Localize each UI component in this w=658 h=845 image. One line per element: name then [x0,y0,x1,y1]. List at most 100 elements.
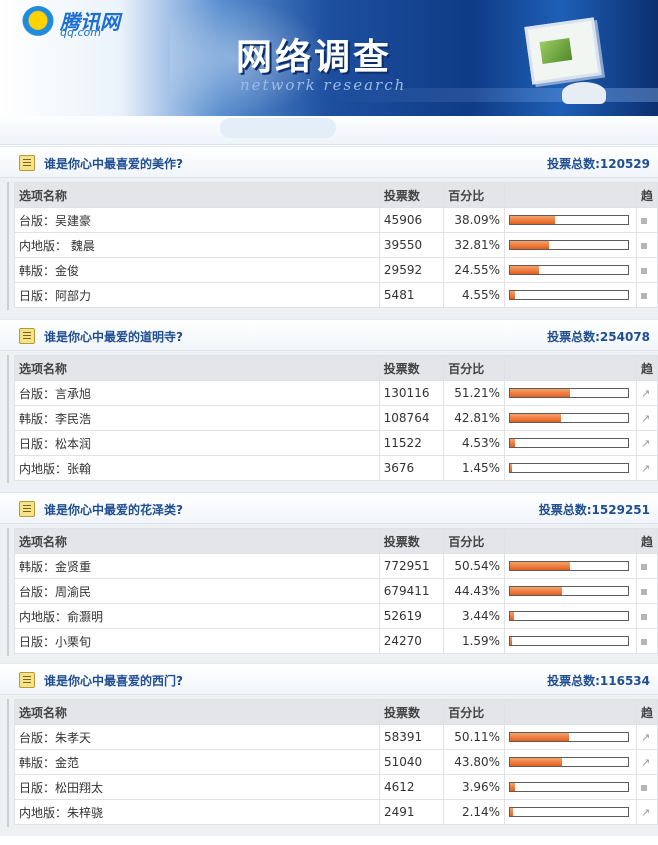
vote-percent: 32.81% [443,232,506,258]
vote-percent: 2.14% [443,799,506,825]
table-row: 台版：周渝民 679411 44.43% [14,578,658,604]
percent-bar [509,413,630,423]
percent-bar-fill [510,241,550,249]
percent-bar-fill [510,587,563,595]
trend-cell: ↗ [635,430,658,456]
results-panel: 选项名称 投票数 百分比 趋 韩版：金贤重 772951 50.54% 台版：周… [0,524,658,665]
percent-bar-fill [510,612,515,620]
table-row: 韩版：金范 51040 43.80% ↗ [14,749,658,775]
survey-section: 谁是你心中最喜爱的美作? 投票总数:120529 选项名称 投票数 百分比 趋 … [0,146,658,319]
option-name: 台版：周渝民 [14,578,380,604]
col-header-percent: 百分比 [443,528,506,554]
qq-logo[interactable]: 腾讯网 qq.com [22,6,142,39]
results-panel: 选项名称 投票数 百分比 趋 台版：言承旭 130116 51.21% ↗ 韩版… [0,351,658,492]
vote-percent: 3.96% [443,774,506,800]
percent-bar-cell [504,380,637,406]
question-title[interactable]: 谁是你心中最喜爱的美作? [44,155,183,172]
square-icon [640,785,647,791]
table-row: 内地版：朱梓骁 2491 2.14% ↗ [14,799,658,825]
up-arrow-icon: ↗ [640,387,651,400]
table-row: 内地版： 魏晨 39550 32.81% [14,232,658,258]
question-title[interactable]: 谁是你心中最喜爱的西门? [44,672,183,689]
percent-bar [509,438,630,448]
percent-bar [509,807,630,817]
table-row: 台版：朱孝天 58391 50.11% ↗ [14,724,658,750]
square-icon [640,564,647,570]
results-panel: 选项名称 投票数 百分比 趋 台版：吴建豪 45906 38.09% 内地版： … [0,178,658,319]
percent-bar [509,782,630,792]
vote-percent: 43.80% [443,749,506,775]
survey-section: 谁是你心中最爱的花泽类? 投票总数:1529251 选项名称 投票数 百分比 趋… [0,492,658,665]
percent-bar [509,636,630,646]
sub-banner-pill [220,118,336,138]
col-header-bar [504,182,637,208]
square-icon [640,639,647,645]
total-votes: 投票总数:120529 [547,157,650,171]
option-name: 台版：朱孝天 [14,724,380,750]
percent-bar [509,732,630,742]
vote-count: 45906 [378,207,445,233]
col-header-trend: 趋 [635,528,658,554]
survey-section: 谁是你心中最喜爱的西门? 投票总数:116534 选项名称 投票数 百分比 趋 … [0,663,658,836]
page-title: 网络调查 [236,37,393,78]
option-name: 内地版：俞灏明 [14,603,380,629]
percent-bar-cell [504,774,637,800]
panel-edge [7,182,9,310]
percent-bar-fill [510,216,556,224]
trend-cell [635,232,658,258]
vote-count: 3676 [378,455,445,481]
vote-count: 24270 [378,628,445,654]
page-subtitle: network research [240,76,407,94]
results-table: 选项名称 投票数 百分比 趋 台版：吴建豪 45906 38.09% 内地版： … [14,182,658,308]
up-arrow-icon: ↗ [640,731,651,744]
vote-percent: 4.53% [443,430,506,456]
square-icon [640,589,647,595]
results-table: 选项名称 投票数 百分比 趋 台版：言承旭 130116 51.21% ↗ 韩版… [14,355,658,481]
percent-bar-cell [504,207,637,233]
table-row: 台版：言承旭 130116 51.21% ↗ [14,380,658,406]
option-name: 台版：吴建豪 [14,207,380,233]
table-header-row: 选项名称 投票数 百分比 趋 [14,182,658,208]
percent-bar-cell [504,282,637,308]
panel-edge [7,355,9,483]
option-name: 日版：阿部力 [14,282,380,308]
percent-bar-cell [504,578,637,604]
vote-percent: 38.09% [443,207,506,233]
percent-bar-cell [504,405,637,431]
percent-bar-fill [510,291,516,299]
trend-cell: ↗ [635,724,658,750]
vote-percent: 42.81% [443,405,506,431]
up-arrow-icon: ↗ [640,437,651,450]
col-header-name: 选项名称 [14,355,380,381]
table-row: 内地版：俞灏明 52619 3.44% [14,603,658,629]
vote-count: 4612 [378,774,445,800]
option-name: 韩版：金俊 [14,257,380,283]
trend-cell [635,774,658,800]
col-header-name: 选项名称 [14,699,380,725]
vote-percent: 1.45% [443,455,506,481]
survey-section: 谁是你心中最爱的道明寺? 投票总数:254078 选项名称 投票数 百分比 趋 … [0,319,658,492]
vote-count: 772951 [378,553,445,579]
col-header-votes: 投票数 [378,355,445,381]
vote-count: 39550 [378,232,445,258]
option-name: 内地版：朱梓骁 [14,799,380,825]
question-title[interactable]: 谁是你心中最爱的花泽类? [44,501,183,518]
vote-percent: 44.43% [443,578,506,604]
percent-bar-cell [504,603,637,629]
percent-bar [509,215,630,225]
percent-bar [509,265,630,275]
table-row: 台版：吴建豪 45906 38.09% [14,207,658,233]
square-icon [640,218,647,224]
table-header-row: 选项名称 投票数 百分比 趋 [14,699,658,725]
percent-bar-fill [510,389,571,397]
trend-cell [635,628,658,654]
vote-percent: 24.55% [443,257,506,283]
vote-count: 11522 [378,430,445,456]
question-header: 谁是你心中最爱的道明寺? 投票总数:254078 [0,319,658,351]
total-votes: 投票总数:254078 [547,330,650,344]
vote-count: 130116 [378,380,445,406]
percent-bar-fill [510,562,571,570]
question-title[interactable]: 谁是你心中最爱的道明寺? [44,328,183,345]
percent-bar-cell [504,553,637,579]
up-arrow-icon: ↗ [640,756,651,769]
